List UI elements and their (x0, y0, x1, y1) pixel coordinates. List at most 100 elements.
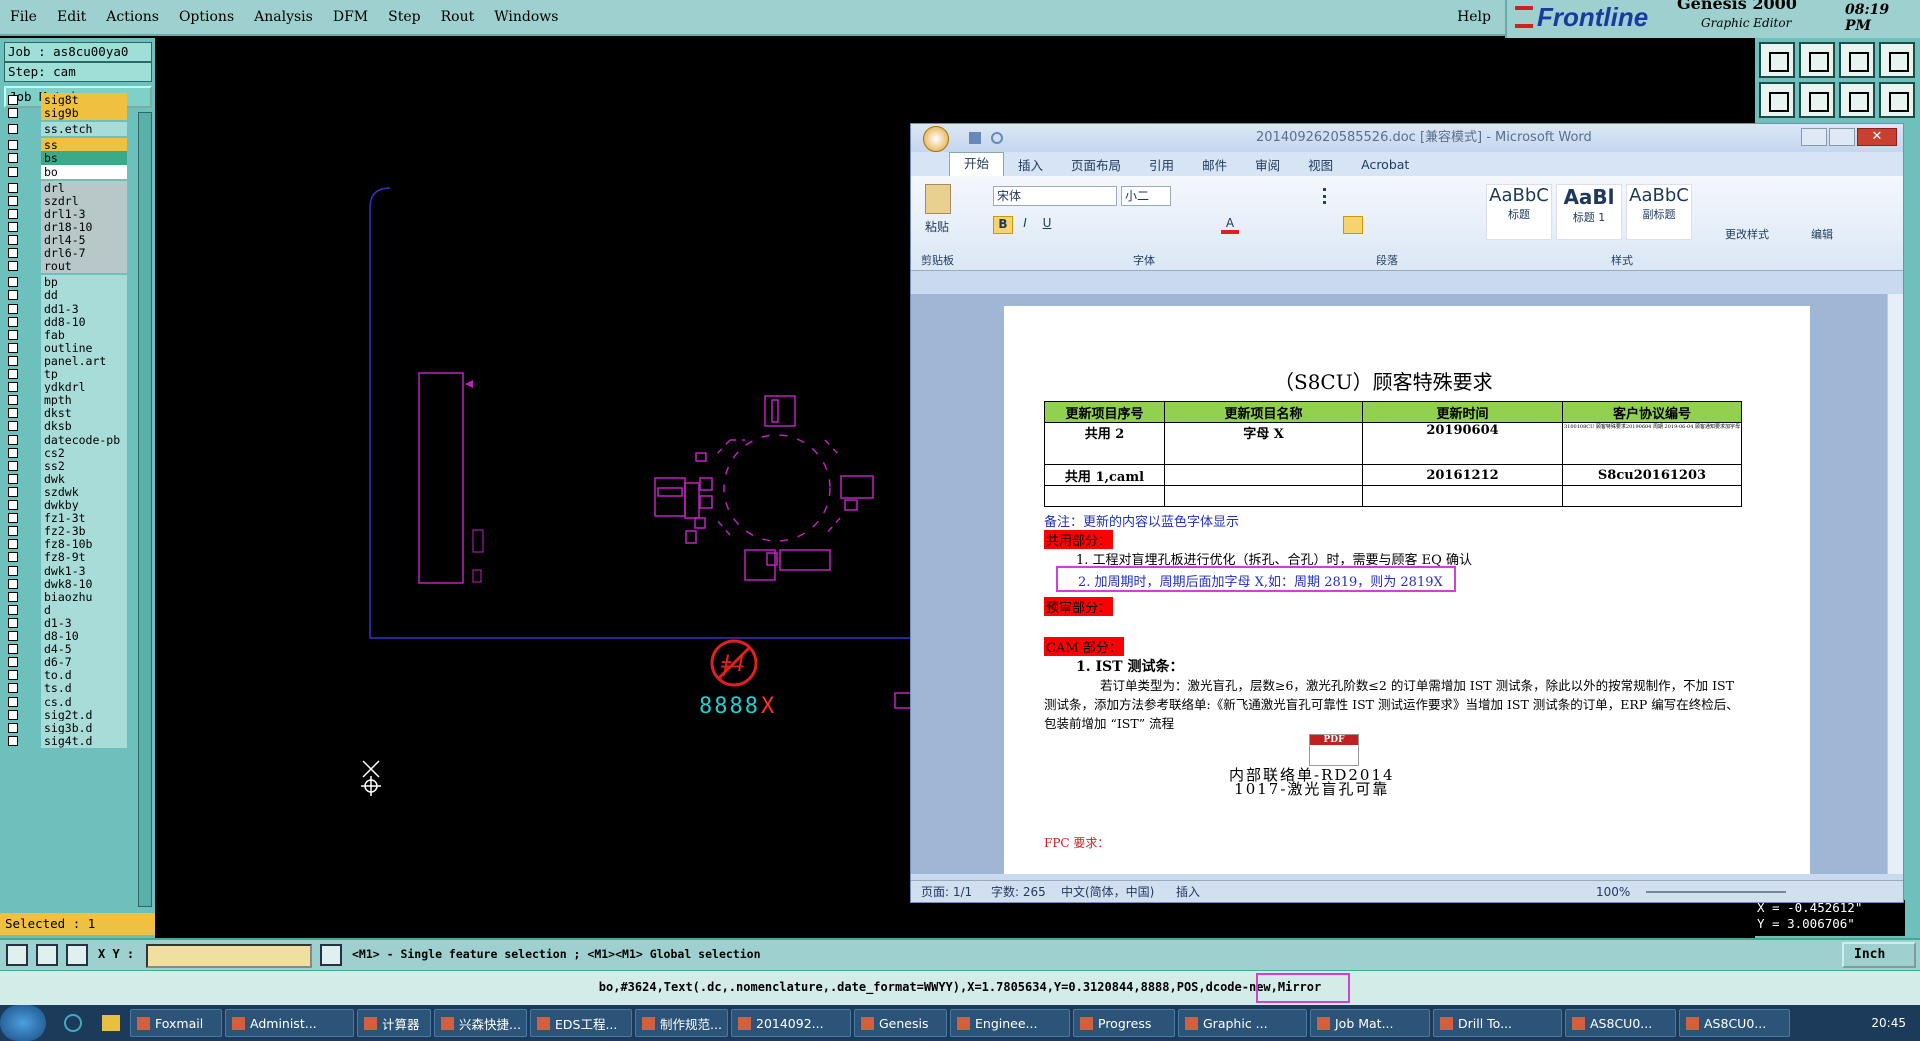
layer-checkbox[interactable] (8, 539, 18, 550)
layer-checkbox[interactable] (8, 460, 18, 471)
align-center-icon[interactable] (1343, 216, 1363, 234)
layer-row-sig9b[interactable]: sig9b (4, 106, 127, 121)
layer-checkbox[interactable] (8, 434, 18, 445)
tray-clock[interactable]: 20:45 (1871, 1016, 1906, 1030)
layer-checkbox[interactable] (8, 617, 18, 628)
tab-view[interactable]: 视图 (1294, 155, 1347, 174)
taskbar-item[interactable]: Foxmail (130, 1009, 222, 1037)
tab-mailings[interactable]: 邮件 (1188, 155, 1241, 174)
taskbar-item[interactable]: Job Mat... (1310, 1009, 1430, 1037)
zoom-in-icon[interactable] (1839, 82, 1875, 118)
layer-checkbox[interactable] (8, 248, 18, 259)
tab-insert[interactable]: 插入 (1004, 155, 1057, 174)
style-subtitle[interactable]: AaBbC 副标题 (1626, 184, 1692, 240)
menu-options[interactable]: Options (169, 9, 244, 25)
layer-checkbox[interactable] (8, 108, 18, 119)
layer-checkbox[interactable] (8, 369, 18, 379)
taskbar-item[interactable]: EDS工程... (530, 1009, 632, 1037)
taskbar-item[interactable]: Progress (1073, 1009, 1175, 1037)
layer-checkbox[interactable] (8, 395, 18, 406)
layer-checkbox[interactable] (8, 303, 18, 314)
layer-scrollbar[interactable] (138, 112, 152, 907)
bullets-icon[interactable] (1323, 188, 1343, 204)
save-icon[interactable] (1799, 42, 1835, 78)
pan-left-icon[interactable] (1759, 82, 1795, 118)
layer-checkbox[interactable] (8, 447, 18, 458)
taskbar-item[interactable]: Drill To... (1433, 1009, 1562, 1037)
style-normal[interactable]: AaBbC 标题 (1486, 184, 1552, 240)
zoom-slider[interactable] (1646, 891, 1786, 893)
layer-checkbox[interactable] (8, 696, 18, 707)
layer-checkbox[interactable] (8, 670, 18, 681)
maximize-button[interactable] (1829, 128, 1855, 146)
layer-checkbox[interactable] (8, 486, 18, 497)
layer-checkbox[interactable] (8, 644, 18, 655)
layer-checkbox[interactable] (8, 124, 18, 135)
graphic-canvas[interactable]: ǂ4 8888 X (155, 38, 910, 938)
menu-edit[interactable]: Edit (47, 9, 96, 25)
start-button[interactable] (0, 1005, 46, 1041)
layer-checkbox[interactable] (8, 408, 18, 419)
layer-checkbox[interactable] (8, 735, 18, 746)
paste-button[interactable]: 粘贴 (925, 218, 949, 235)
layer-checkbox[interactable] (8, 382, 18, 393)
menu-dfm[interactable]: DFM (323, 9, 378, 25)
layer-checkbox[interactable] (8, 565, 18, 576)
doc-scrollbar[interactable] (1887, 294, 1903, 874)
layer-checkbox[interactable] (8, 221, 18, 232)
zoom-out-icon[interactable] (1879, 82, 1915, 118)
bold-button[interactable]: B (993, 216, 1013, 234)
taskbar-item[interactable]: AS8CU0... (1565, 1009, 1676, 1037)
minimize-button[interactable] (1801, 128, 1827, 146)
layer-checkbox[interactable] (8, 500, 18, 510)
taskbar-item[interactable]: AS8CU0... (1679, 1009, 1790, 1037)
layer-checkbox[interactable] (8, 329, 18, 340)
insert-mode[interactable]: 插入 (1176, 881, 1200, 903)
pan-right-icon[interactable] (1799, 82, 1835, 118)
layer-row-bo[interactable]: bo (4, 164, 127, 180)
font-color-icon[interactable]: A (1221, 216, 1239, 234)
layer-checkbox[interactable] (8, 208, 18, 219)
layer-checkbox[interactable] (8, 578, 18, 589)
layer-checkbox[interactable] (8, 513, 18, 524)
undo-icon[interactable] (991, 132, 1003, 144)
taskbar-item[interactable]: Administ... (225, 1009, 354, 1037)
layer-checkbox[interactable] (8, 182, 18, 193)
taskbar-item[interactable]: 兴森快捷... (434, 1009, 527, 1037)
menu-step[interactable]: Step (378, 9, 430, 25)
layer-checkbox[interactable] (8, 552, 18, 563)
zoom-level[interactable]: 100% (1596, 881, 1630, 903)
xy-input[interactable] (146, 944, 312, 968)
menu-help[interactable]: Help (1447, 9, 1505, 25)
taskbar-item[interactable]: Enginee... (950, 1009, 1070, 1037)
layer-checkbox[interactable] (8, 316, 18, 327)
style-heading1[interactable]: AaBl 标题 1 (1556, 184, 1622, 240)
taskbar-item[interactable]: 2014092... (731, 1009, 851, 1037)
layer-checkbox[interactable] (8, 235, 18, 245)
grid-tool-icon[interactable] (66, 944, 88, 966)
layer-checkbox[interactable] (8, 657, 18, 668)
explorer-icon[interactable] (102, 1015, 120, 1031)
font-size-box[interactable]: 小二 (1121, 186, 1171, 206)
ie-icon[interactable] (64, 1014, 82, 1032)
close-button[interactable]: ✕ (1857, 128, 1897, 146)
pdf-attachment-icon[interactable]: PDF (1309, 734, 1359, 766)
office-button[interactable] (923, 126, 949, 152)
tab-page-layout[interactable]: 页面布局 (1057, 155, 1135, 174)
taskbar-item[interactable]: Graphic ... (1178, 1009, 1307, 1037)
menu-actions[interactable]: Actions (96, 9, 169, 25)
layer-checkbox[interactable] (8, 526, 18, 537)
layer-checkbox[interactable] (8, 473, 18, 484)
layer-checkbox[interactable] (8, 290, 18, 301)
layer-checkbox[interactable] (8, 631, 18, 641)
underline-button[interactable]: U (1037, 216, 1057, 234)
layer-checkbox[interactable] (8, 342, 18, 353)
taskbar-item[interactable]: 制作规范... (635, 1009, 728, 1037)
quick-save-icon[interactable] (969, 132, 981, 144)
tab-references[interactable]: 引用 (1135, 155, 1188, 174)
layer-row-rout[interactable]: rout (4, 259, 127, 274)
layer-checkbox[interactable] (8, 153, 18, 164)
edit-button[interactable]: 编辑 (1811, 226, 1833, 242)
layout-icon[interactable] (1879, 42, 1915, 78)
layer-checkbox[interactable] (8, 709, 18, 720)
